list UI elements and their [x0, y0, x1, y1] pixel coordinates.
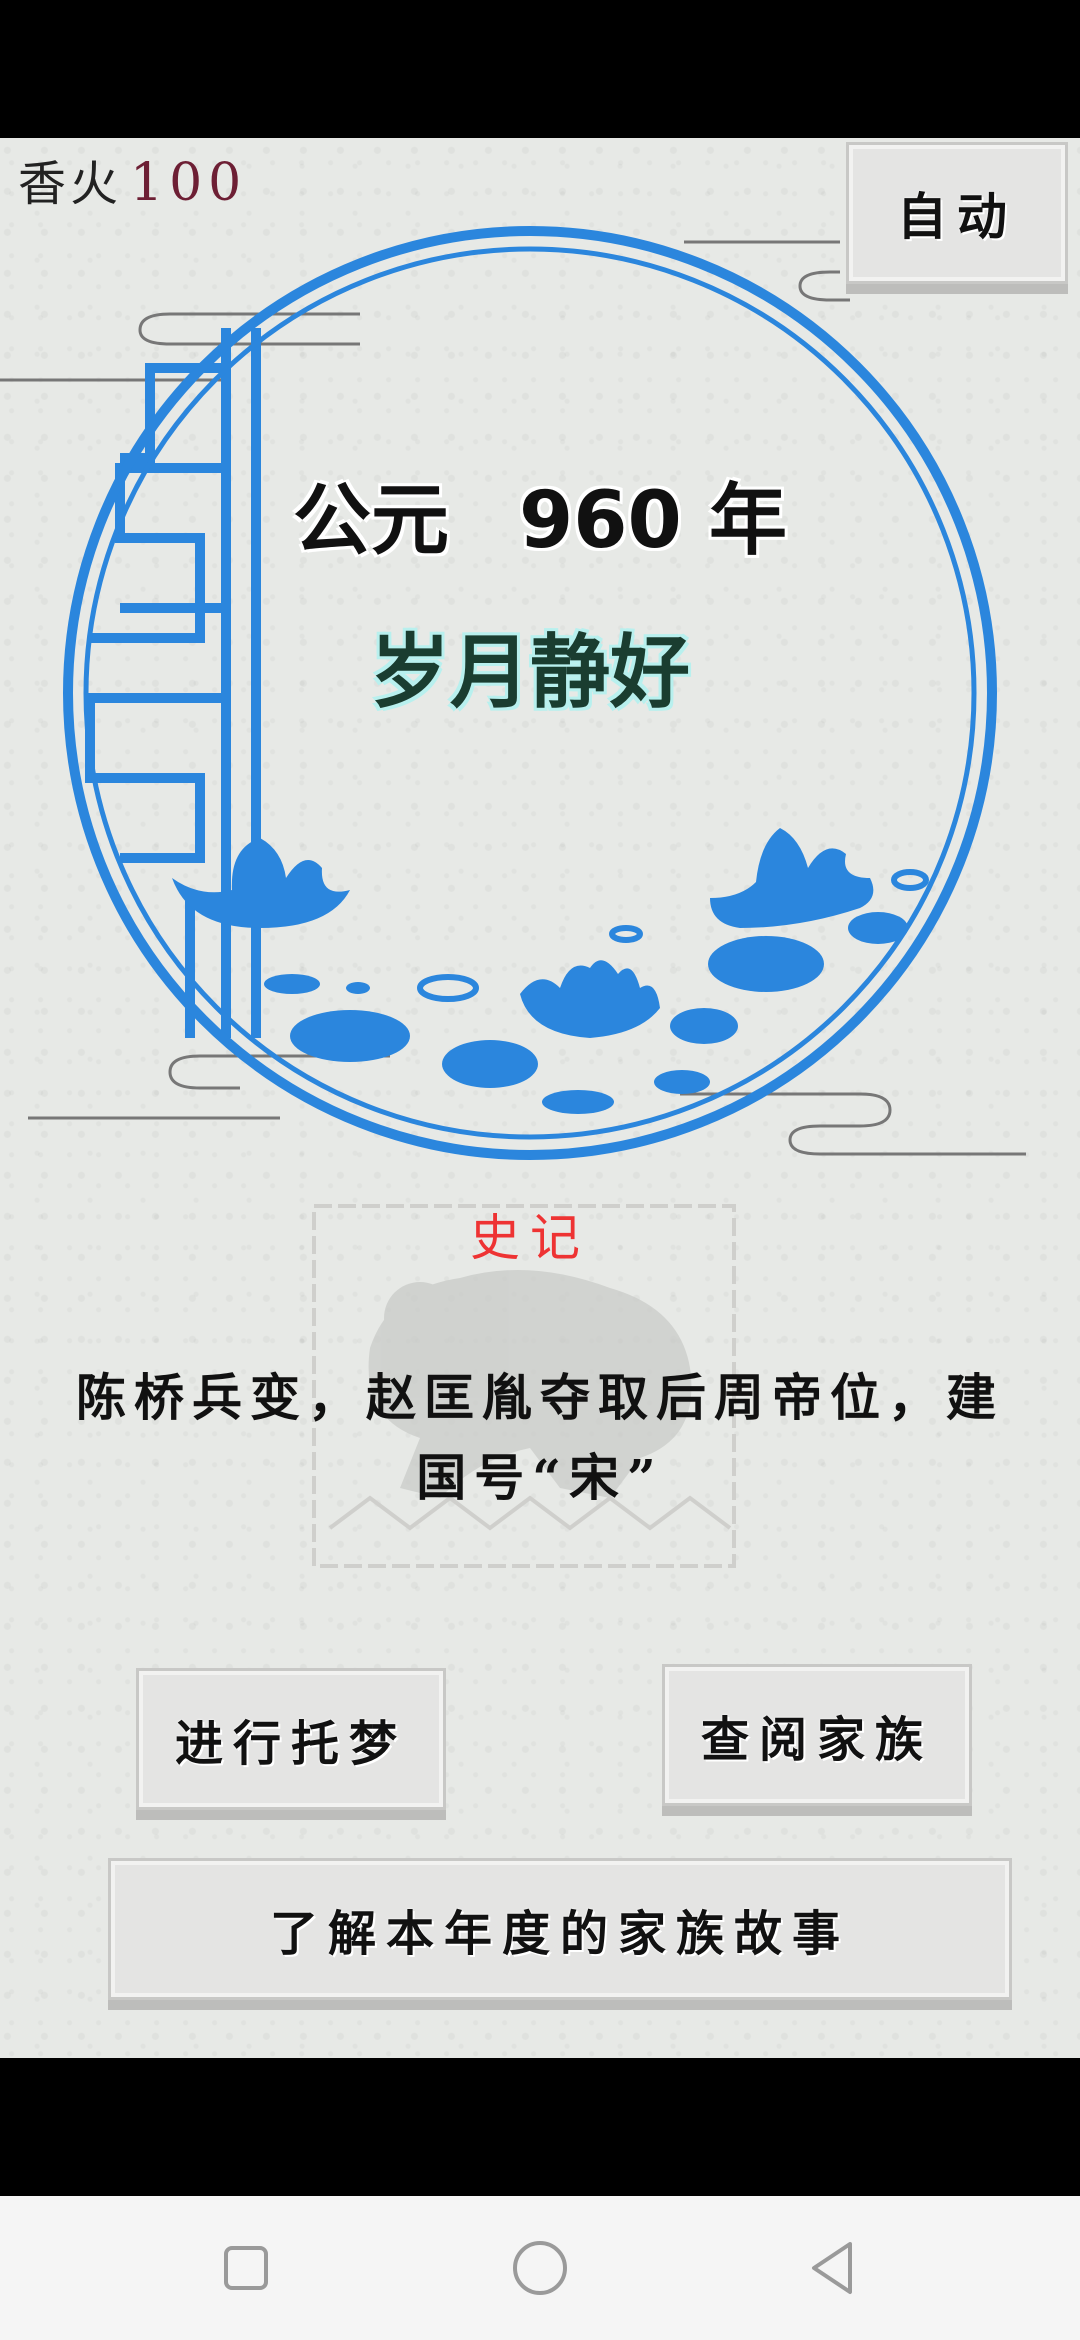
- family-story-button[interactable]: 了解本年度的家族故事: [108, 1858, 1012, 2000]
- dream-button[interactable]: 进行托梦: [136, 1668, 446, 1810]
- family-button[interactable]: 查阅家族: [662, 1664, 972, 1806]
- circle-icon[interactable]: [504, 2232, 576, 2304]
- year-unit: 年: [708, 476, 787, 566]
- navigation-bar: [0, 2196, 1080, 2340]
- incense-value: 100: [130, 153, 248, 213]
- incense-counter: 香火 100: [18, 148, 247, 218]
- status-bar: [0, 0, 1080, 138]
- bottom-band: [0, 2058, 1080, 2196]
- auto-button[interactable]: 自动: [846, 142, 1068, 284]
- triangle-back-icon[interactable]: [798, 2232, 870, 2304]
- mood-text: 岁月静好: [370, 626, 690, 719]
- incense-label: 香火: [18, 156, 123, 212]
- year-prefix: 公元: [292, 476, 449, 566]
- record-text: 陈桥兵变，赵匡胤夺取后周帝位，建国号“宋”: [76, 1368, 1004, 1507]
- record-title: 史记: [470, 1209, 590, 1267]
- game-area: 香火 100 自动 公元 960 年 岁月静好 史记 陈桥兵变，赵匡胤夺取后周帝位，…: [0, 138, 1080, 2058]
- year-display: 公元 960 年: [0, 458, 1080, 570]
- year-number: 960: [519, 476, 682, 566]
- square-icon[interactable]: [210, 2232, 282, 2304]
